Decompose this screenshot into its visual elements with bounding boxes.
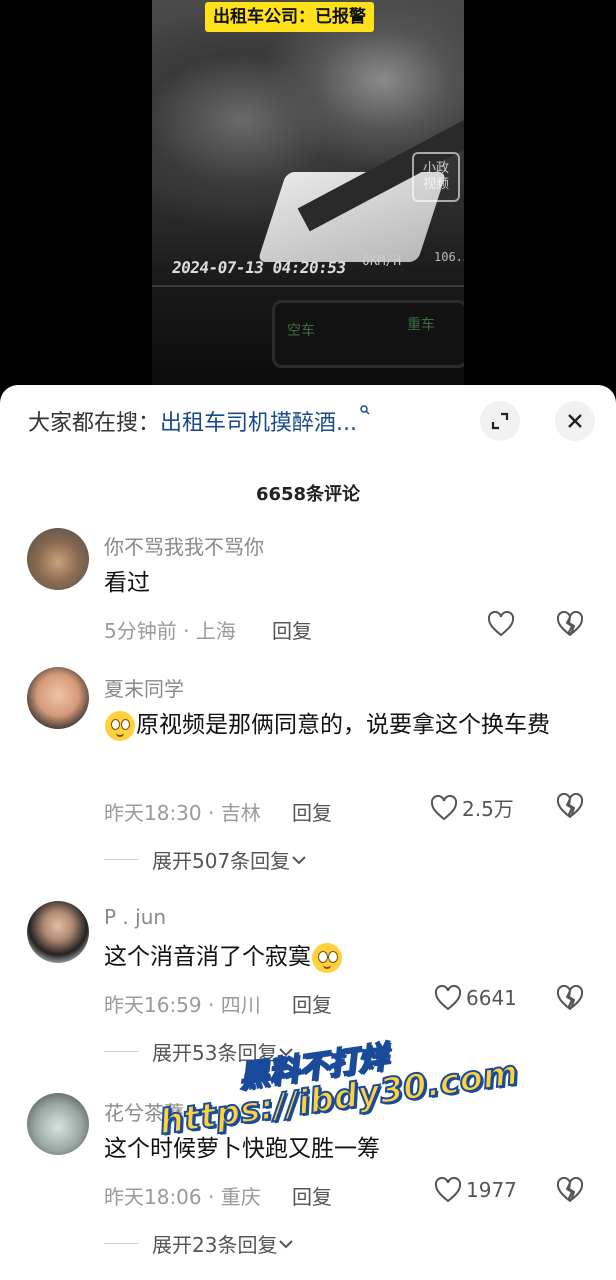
expand-replies-label: 展开507条回复 <box>152 849 291 873</box>
comment-meta: 昨天18:06 · 重庆 <box>104 1185 261 1209</box>
avatar[interactable] <box>27 1093 89 1155</box>
close-icon <box>568 414 582 428</box>
like-count: 6641 <box>466 986 517 1010</box>
video-frame[interactable]: 小政 视频 2024-07-13 04:20:53 0KM/H 106.3 空车… <box>152 0 464 390</box>
chevron-down-icon <box>279 1239 294 1248</box>
avatar[interactable] <box>27 528 89 590</box>
logo-line1: 小政 <box>422 161 449 176</box>
divider <box>104 859 138 860</box>
video-player[interactable]: 小政 视频 2024-07-13 04:20:53 0KM/H 106.3 空车… <box>0 0 616 400</box>
like-button[interactable]: 6641 <box>434 985 517 1011</box>
reply-button[interactable]: 回复 <box>292 989 332 1018</box>
broken-heart-icon[interactable] <box>556 985 584 1011</box>
comment-author[interactable]: P . jun <box>104 905 166 929</box>
comment-sheet: 大家都在搜：出租车司机摸醉酒... 6658条评论 你不骂我我不骂你 看过 5分… <box>0 385 616 1280</box>
comment-text-body: 这个消音消了个寂寞 <box>104 944 311 970</box>
avatar[interactable] <box>27 667 89 729</box>
close-button[interactable] <box>555 401 595 441</box>
comment-text[interactable]: 原视频是那俩同意的，说要拿这个换车费 <box>104 705 584 745</box>
comment-author[interactable]: 你不骂我我不骂你 <box>104 531 264 560</box>
like-button[interactable]: 2.5万 <box>430 793 514 822</box>
trending-search-term[interactable]: 出租车司机摸醉酒... <box>160 411 357 436</box>
comment-text[interactable]: 看过 <box>104 563 584 603</box>
avatar[interactable] <box>27 901 89 963</box>
comment-meta: 昨天18:30 · 吉林 <box>104 801 261 825</box>
chevron-down-icon <box>292 855 306 864</box>
divider <box>104 1051 138 1052</box>
broken-heart-icon[interactable] <box>556 1177 584 1203</box>
comment-meta: 昨天16:59 · 四川 <box>104 993 261 1017</box>
heart-icon <box>434 1177 462 1203</box>
heart-icon <box>487 611 515 637</box>
trending-search-prefix: 大家都在搜： <box>28 411 161 436</box>
expand-button[interactable] <box>480 401 520 441</box>
video-odometer: 106.3 <box>434 250 464 264</box>
comment-count: 6658条评论 <box>255 484 361 505</box>
expand-icon <box>491 412 509 430</box>
broken-heart-icon[interactable] <box>556 611 584 637</box>
like-count: 2.5万 <box>462 797 514 821</box>
search-icon[interactable] <box>360 405 370 415</box>
trending-search[interactable]: 大家都在搜：出租车司机摸醉酒... <box>28 405 616 439</box>
comment-text-body: 原视频是那俩同意的，说要拿这个换车费 <box>136 712 550 738</box>
expand-replies-button[interactable]: 展开23条回复 <box>104 1229 295 1258</box>
heart-icon <box>434 985 462 1011</box>
video-timestamp: 2024-07-13 04:20:53 <box>170 258 347 277</box>
divider <box>104 1243 138 1244</box>
heart-icon <box>430 794 458 820</box>
like-button[interactable]: 1977 <box>434 1177 517 1203</box>
comment-author[interactable]: 夏末同学 <box>104 673 184 702</box>
reply-button[interactable]: 回复 <box>292 797 332 826</box>
video-caption: 出租车公司：已报警 <box>205 2 374 32</box>
video-speed: 0KM/H <box>362 254 402 269</box>
reply-button[interactable]: 回复 <box>292 1181 332 1210</box>
like-button[interactable] <box>487 611 519 637</box>
flushed-emoji-icon <box>105 710 135 741</box>
comment-meta: 5分钟前 · 上海 <box>104 619 236 643</box>
pleading-emoji-icon <box>312 942 342 973</box>
reply-button[interactable]: 回复 <box>272 615 312 644</box>
expand-replies-label: 展开23条回复 <box>152 1233 278 1257</box>
like-count: 1977 <box>466 1178 517 1202</box>
comment-text[interactable]: 这个消音消了个寂寞 <box>104 937 584 977</box>
expand-replies-button[interactable]: 展开507条回复 <box>104 845 308 874</box>
taxi-status-vacant: 空车 <box>287 323 315 339</box>
video-source-logo: 小政 视频 <box>412 152 460 202</box>
taxi-status-hired: 重车 <box>407 317 435 333</box>
logo-line2: 视频 <box>422 177 449 192</box>
broken-heart-icon[interactable] <box>556 793 584 819</box>
